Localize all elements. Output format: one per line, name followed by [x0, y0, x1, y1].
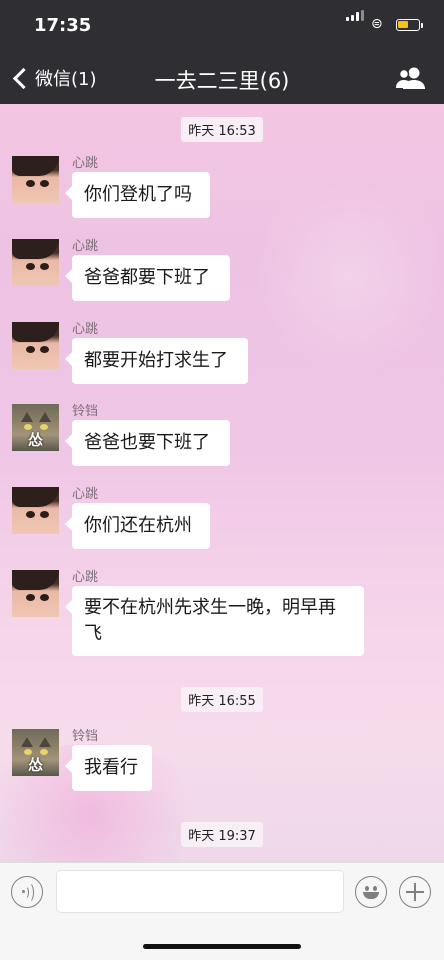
message-text-line: 要不在杭州先求生一晚，明早再	[84, 597, 336, 618]
girl-avatar[interactable]	[12, 570, 59, 617]
home-indicator[interactable]	[143, 944, 301, 949]
girl-avatar[interactable]	[12, 156, 59, 203]
avatar-caption: 怂	[27, 756, 43, 774]
message-bubble[interactable]: 你们还在杭州	[65, 503, 210, 549]
battery-cap	[421, 23, 423, 28]
voice-input-button[interactable]	[11, 876, 43, 908]
battery-icon	[396, 19, 420, 31]
message-bubble[interactable]: 我看行	[65, 745, 152, 791]
message-bubble[interactable]: 都要开始打求生了	[65, 338, 248, 384]
chat-area[interactable]: 昨天 16:53 心跳 你们登机了吗 心跳 爸爸都要下班了 心跳 都要开始打求生…	[0, 104, 444, 862]
back-button[interactable]: 微信(1)	[10, 64, 97, 92]
sender-name: 心跳	[72, 487, 99, 502]
timestamp: 昨天 16:53	[0, 117, 444, 142]
emoji-button[interactable]	[355, 876, 387, 908]
sender-name: 心跳	[72, 570, 99, 585]
nav-bar: 微信(1) 一去二三里(6)	[0, 52, 444, 104]
timestamp: 昨天 19:37	[0, 822, 444, 847]
status-bar: 17:35 ⊜	[0, 0, 444, 52]
message-bubble[interactable]: 你们登机了吗	[65, 172, 210, 218]
status-time: 17:35	[34, 15, 92, 36]
sender-name: 铃铛	[72, 729, 99, 744]
girl-avatar[interactable]	[12, 487, 59, 534]
message-bubble[interactable]: 爸爸也要下班了	[65, 420, 230, 466]
more-options-button[interactable]	[399, 876, 431, 908]
message-input[interactable]	[56, 870, 344, 913]
girl-avatar[interactable]	[12, 322, 59, 369]
message-bubble[interactable]: 爸爸都要下班了	[65, 255, 230, 301]
avatar-caption: 怂	[27, 431, 43, 449]
message-text-line: 飞	[84, 623, 102, 644]
sender-name: 铃铛	[72, 404, 99, 419]
sender-name: 心跳	[72, 322, 99, 337]
timestamp: 昨天 16:55	[0, 687, 444, 712]
cat-avatar[interactable]: 怂	[12, 729, 59, 776]
background-decoration	[260, 164, 440, 384]
chevron-left-icon	[12, 67, 35, 89]
wifi-icon: ⊜	[371, 16, 383, 32]
cat-avatar[interactable]: 怂	[12, 404, 59, 451]
girl-avatar[interactable]	[12, 239, 59, 286]
back-label: 微信(1)	[35, 69, 97, 90]
sender-name: 心跳	[72, 239, 99, 254]
sender-name: 心跳	[72, 156, 99, 171]
group-members-icon[interactable]	[396, 66, 426, 90]
message-bubble[interactable]: 要不在杭州先求生一晚，明早再 飞	[65, 586, 364, 656]
